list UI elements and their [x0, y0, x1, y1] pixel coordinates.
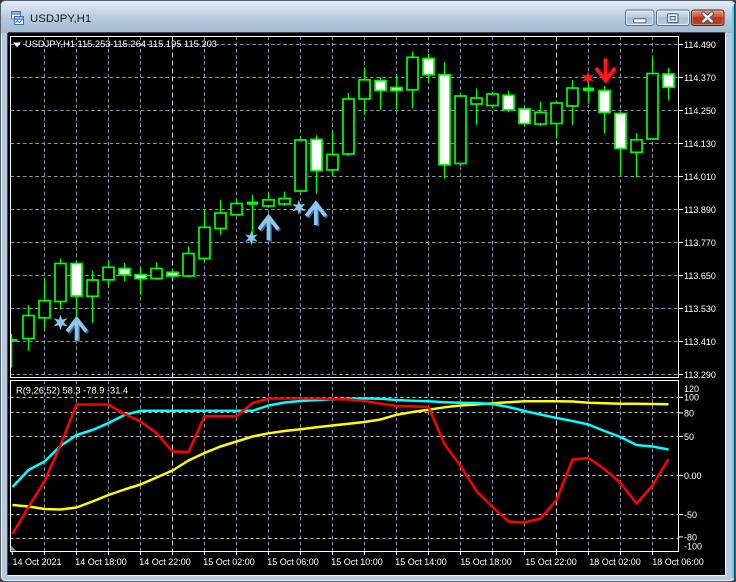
svg-text:113.410: 113.410	[684, 337, 716, 347]
svg-text:113.770: 113.770	[684, 238, 716, 248]
svg-text:114.370: 114.370	[684, 73, 716, 83]
svg-text:15 Oct 22:00: 15 Oct 22:00	[525, 557, 577, 567]
svg-text:114.490: 114.490	[684, 40, 716, 50]
svg-text:15 Oct 10:00: 15 Oct 10:00	[331, 557, 383, 567]
svg-text:USDJPY,H1: USDJPY,H1	[30, 13, 91, 25]
svg-text:14 Oct 2021: 14 Oct 2021	[12, 557, 61, 567]
svg-text:114.130: 114.130	[684, 139, 716, 149]
svg-text:80: 80	[684, 408, 694, 418]
svg-text:15 Oct 18:00: 15 Oct 18:00	[460, 557, 512, 567]
svg-text:15 Oct 06:00: 15 Oct 06:00	[267, 557, 319, 567]
svg-text:14 Oct 22:00: 14 Oct 22:00	[139, 557, 191, 567]
svg-text:15 Oct 02:00: 15 Oct 02:00	[203, 557, 255, 567]
svg-text:15 Oct 14:00: 15 Oct 14:00	[395, 557, 447, 567]
svg-text:18 Oct 06:00: 18 Oct 06:00	[652, 557, 704, 567]
svg-text:113.650: 113.650	[684, 271, 716, 281]
svg-text:-50: -50	[684, 510, 697, 520]
svg-text:113.890: 113.890	[684, 205, 716, 215]
svg-text:0.00: 0.00	[684, 471, 702, 481]
svg-text:R(9,26,52) 58.3 -78.9 -31.4: R(9,26,52) 58.3 -78.9 -31.4	[16, 386, 128, 396]
svg-text:18 Oct 02:00: 18 Oct 02:00	[589, 557, 641, 567]
svg-text:113.290: 113.290	[684, 370, 716, 380]
svg-text:114.250: 114.250	[684, 106, 716, 116]
svg-text:114.010: 114.010	[684, 172, 716, 182]
svg-text:50: 50	[684, 432, 694, 442]
svg-text:USDJPY,H1 115.253 115.264 115.: USDJPY,H1 115.253 115.264 115.195 115.20…	[25, 39, 217, 49]
svg-text:14 Oct 18:00: 14 Oct 18:00	[75, 557, 127, 567]
svg-text:100: 100	[684, 393, 699, 403]
svg-text:113.530: 113.530	[684, 304, 716, 314]
svg-text:-100: -100	[684, 542, 702, 552]
